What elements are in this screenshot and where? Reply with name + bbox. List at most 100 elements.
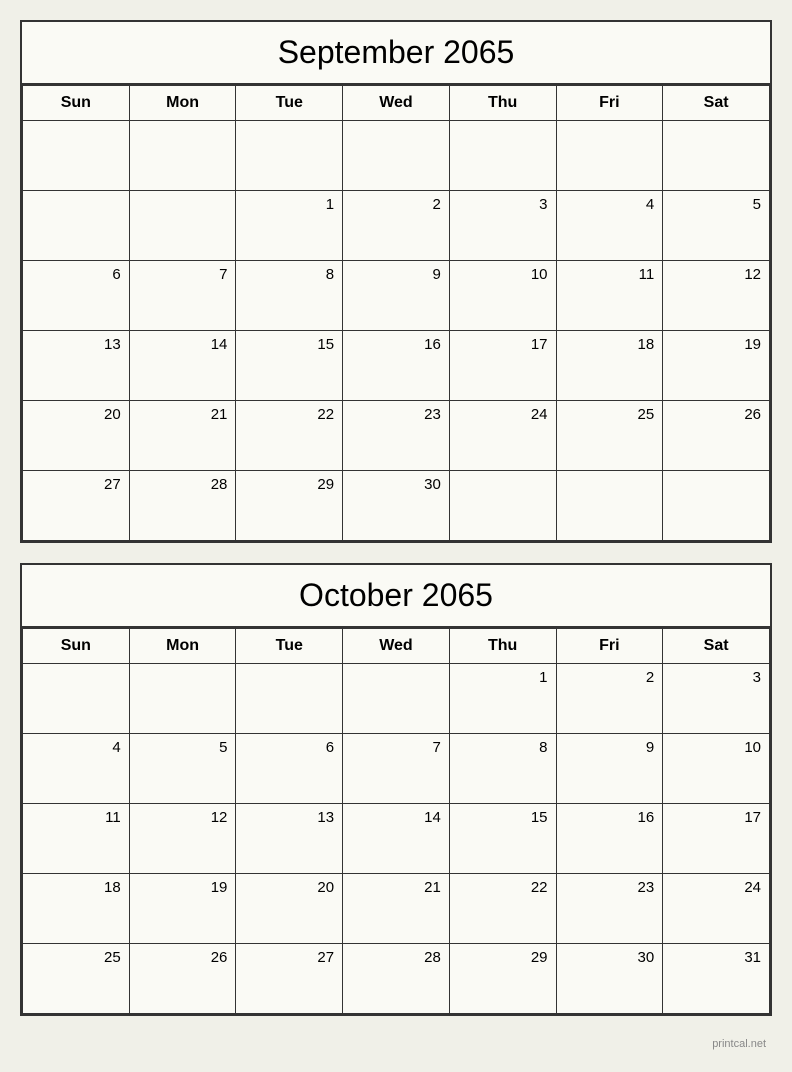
oct-header-tue: Tue [236,629,343,664]
oct-day-0-5: 2 [556,664,663,734]
sep-day-0-0 [23,121,130,191]
sep-day-5-4 [449,471,556,541]
sep-day-3-3: 16 [343,331,450,401]
oct-day-0-1 [129,664,236,734]
sep-day-1-2: 1 [236,191,343,261]
sep-day-4-4: 24 [449,401,556,471]
oct-week-1: 45678910 [23,734,770,804]
oct-day-0-3 [343,664,450,734]
sep-header-fri: Fri [556,86,663,121]
oct-week-0: 123 [23,664,770,734]
sep-day-4-0: 20 [23,401,130,471]
oct-day-3-1: 19 [129,874,236,944]
oct-day-4-3: 28 [343,944,450,1014]
oct-header-thu: Thu [449,629,556,664]
october-body: 1234567891011121314151617181920212223242… [23,664,770,1014]
september-calendar: September 2065 Sun Mon Tue Wed Thu Fri S… [20,20,772,543]
sep-day-1-5: 4 [556,191,663,261]
oct-week-3: 18192021222324 [23,874,770,944]
september-grid: Sun Mon Tue Wed Thu Fri Sat 123456789101… [22,85,770,541]
oct-header-sun: Sun [23,629,130,664]
sep-day-4-2: 22 [236,401,343,471]
sep-day-0-4 [449,121,556,191]
oct-header-fri: Fri [556,629,663,664]
oct-day-4-5: 30 [556,944,663,1014]
oct-day-3-6: 24 [663,874,770,944]
october-title: October 2065 [22,565,770,628]
sep-day-1-4: 3 [449,191,556,261]
sep-day-2-1: 7 [129,261,236,331]
oct-day-1-0: 4 [23,734,130,804]
sep-day-2-0: 6 [23,261,130,331]
sep-header-tue: Tue [236,86,343,121]
sep-day-4-3: 23 [343,401,450,471]
september-header-row: Sun Mon Tue Wed Thu Fri Sat [23,86,770,121]
sep-day-0-6 [663,121,770,191]
oct-day-2-3: 14 [343,804,450,874]
oct-day-3-4: 22 [449,874,556,944]
oct-week-4: 25262728293031 [23,944,770,1014]
oct-day-1-2: 6 [236,734,343,804]
sep-day-5-1: 28 [129,471,236,541]
oct-day-4-2: 27 [236,944,343,1014]
sep-day-5-2: 29 [236,471,343,541]
sep-day-5-5 [556,471,663,541]
oct-day-2-0: 11 [23,804,130,874]
sep-header-thu: Thu [449,86,556,121]
sep-day-4-1: 21 [129,401,236,471]
sep-day-2-2: 8 [236,261,343,331]
oct-day-1-5: 9 [556,734,663,804]
oct-day-1-6: 10 [663,734,770,804]
sep-day-0-3 [343,121,450,191]
sep-day-2-4: 10 [449,261,556,331]
sep-day-2-6: 12 [663,261,770,331]
oct-day-3-3: 21 [343,874,450,944]
oct-header-wed: Wed [343,629,450,664]
oct-day-2-1: 12 [129,804,236,874]
oct-day-2-4: 15 [449,804,556,874]
oct-day-3-2: 20 [236,874,343,944]
sep-day-2-5: 11 [556,261,663,331]
sep-day-3-6: 19 [663,331,770,401]
sep-day-3-5: 18 [556,331,663,401]
oct-day-3-5: 23 [556,874,663,944]
oct-day-0-4: 1 [449,664,556,734]
october-calendar: October 2065 Sun Mon Tue Wed Thu Fri Sat… [20,563,772,1016]
oct-day-1-3: 7 [343,734,450,804]
sep-day-3-0: 13 [23,331,130,401]
sep-header-sun: Sun [23,86,130,121]
watermark: printcal.net [20,1036,772,1052]
sep-header-wed: Wed [343,86,450,121]
sep-day-0-2 [236,121,343,191]
oct-day-4-6: 31 [663,944,770,1014]
oct-day-0-2 [236,664,343,734]
sep-header-sat: Sat [663,86,770,121]
sep-day-3-4: 17 [449,331,556,401]
sep-day-3-1: 14 [129,331,236,401]
oct-day-2-2: 13 [236,804,343,874]
sep-week-3: 13141516171819 [23,331,770,401]
sep-day-2-3: 9 [343,261,450,331]
oct-day-0-0 [23,664,130,734]
oct-header-mon: Mon [129,629,236,664]
sep-week-5: 27282930 [23,471,770,541]
september-title: September 2065 [22,22,770,85]
sep-day-4-5: 25 [556,401,663,471]
oct-day-0-6: 3 [663,664,770,734]
sep-day-0-5 [556,121,663,191]
oct-day-4-0: 25 [23,944,130,1014]
sep-header-mon: Mon [129,86,236,121]
september-body: 1234567891011121314151617181920212223242… [23,121,770,541]
sep-week-4: 20212223242526 [23,401,770,471]
oct-day-1-4: 8 [449,734,556,804]
oct-day-2-6: 17 [663,804,770,874]
sep-day-1-1 [129,191,236,261]
sep-day-5-6 [663,471,770,541]
oct-day-3-0: 18 [23,874,130,944]
sep-week-2: 6789101112 [23,261,770,331]
sep-day-1-0 [23,191,130,261]
oct-day-2-5: 16 [556,804,663,874]
october-grid: Sun Mon Tue Wed Thu Fri Sat 123456789101… [22,628,770,1014]
sep-day-1-6: 5 [663,191,770,261]
sep-day-5-0: 27 [23,471,130,541]
